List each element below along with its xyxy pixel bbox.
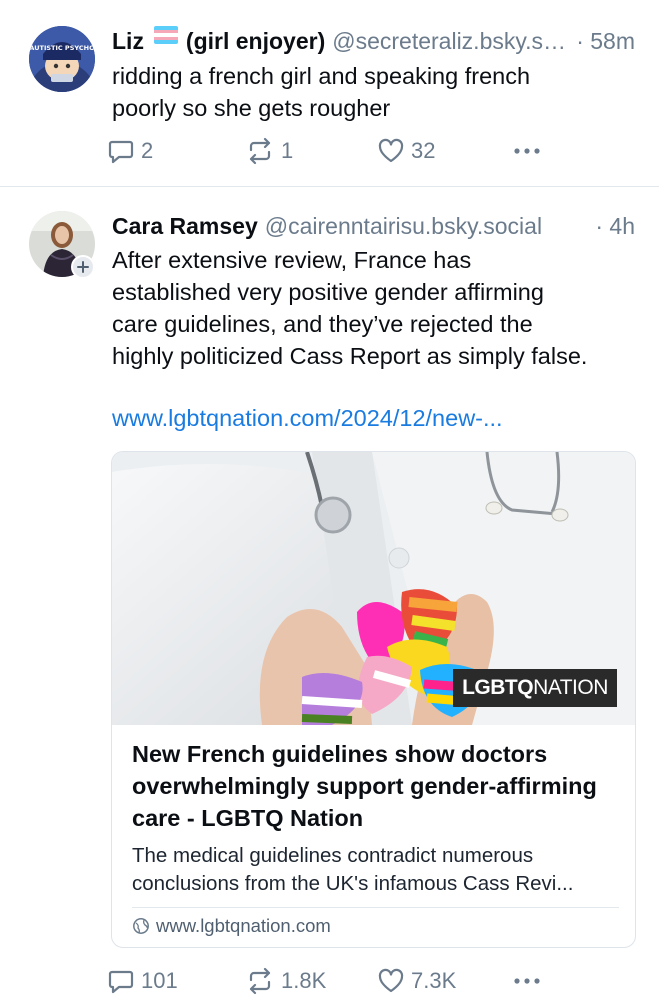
reply-button[interactable]: 101 [107,964,178,998]
card-desc-line: The medical guidelines contradict numero… [132,844,534,867]
post-actions: 101 1.8K 7.3K [107,964,547,998]
reply-icon [108,970,134,994]
link-card-description: The medical guidelines contradict numero… [132,842,619,898]
author-handle[interactable]: @secreteraliz.bsky.social [332,26,570,56]
post-text-line: established very positive gender affirmi… [112,279,544,305]
more-icon [514,978,540,984]
repost-icon [249,967,271,995]
post-text: ridding a french girl and speaking frenc… [112,60,639,124]
post-cara[interactable]: Cara Ramsey @cairenntairisu.bsky.social … [0,188,659,1000]
reply-count: 2 [141,138,154,163]
like-button[interactable]: 32 [377,134,435,168]
post-text-line: ridding a french girl and speaking frenc… [112,63,531,89]
like-icon [378,138,404,163]
card-divider [132,907,619,908]
like-count: 7.3K [411,968,457,993]
post-time[interactable]: · 4h [595,211,635,241]
post-text-line: After extensive review, France has [112,247,472,273]
author-name[interactable]: Cara Ramsey [112,211,258,241]
card-desc-line: conclusions from the UK's infamous Cass … [132,872,574,895]
post-liz[interactable]: AUTISTIC PSYCHO Liz (girl enjoyer) @secr… [0,0,659,187]
like-count: 32 [411,138,436,163]
card-domain-text: www.lgbtqnation.com [156,915,331,936]
post-text-line: poorly so she gets rougher [112,95,391,121]
like-icon [378,968,404,993]
author-name-suffix[interactable]: (girl enjoyer) [186,26,325,56]
post-header: Liz (girl enjoyer) @secreteraliz.bsky.so… [112,26,635,56]
link-card-title[interactable]: New French guidelines show doctors overw… [132,738,619,834]
more-button[interactable] [512,964,542,998]
reply-count: 101 [141,968,178,993]
post-text: After extensive review, France has estab… [112,244,639,372]
repost-count: 1.8K [281,968,327,993]
card-title-line: care - LGBTQ Nation [132,805,364,831]
follow-plus-button[interactable] [71,255,95,279]
card-title-line: New French guidelines show doctors [132,741,548,767]
reply-button[interactable]: 2 [107,134,153,168]
post-actions: 2 1 32 [107,134,547,168]
post-header: Cara Ramsey @cairenntairisu.bsky.social … [112,211,635,241]
repost-button[interactable]: 1 [245,134,293,168]
repost-count: 1 [281,138,294,163]
author-name[interactable]: Liz [112,26,144,56]
svg-text:AUTISTIC PSYCHO: AUTISTIC PSYCHO [29,44,95,52]
post-text-line: highly politicized Cass Report as simply… [112,343,588,369]
post-time[interactable]: · 58m [576,26,635,56]
follow-plus-icon [77,261,89,273]
more-icon [514,148,540,154]
link-card-image[interactable]: LGBTQNATION [112,452,635,725]
more-button[interactable] [512,134,542,168]
avatar-wrapper [29,211,95,279]
link-card[interactable]: LGBTQNATION New French guidelines show d… [111,451,636,948]
card-title-line: overwhelmingly support gender-affirming [132,773,597,799]
post-text-line: care guidelines, and they’ve rejected th… [112,311,533,337]
repost-button[interactable]: 1.8K [245,964,326,998]
post-link[interactable]: www.lgbtqnation.com/2024/12/new-... [112,402,503,434]
avatar-liz[interactable]: AUTISTIC PSYCHO [29,26,95,92]
lgbtq-nation-logo: LGBTQNATION [453,669,617,707]
globe-icon [133,918,149,934]
link-card-domain: www.lgbtqnation.com [132,914,331,938]
trans-flag-emoji [153,26,178,44]
like-button[interactable]: 7.3K [377,964,456,998]
repost-icon [249,137,271,165]
author-handle[interactable]: @cairenntairisu.bsky.social [265,211,590,241]
reply-icon [108,140,134,164]
